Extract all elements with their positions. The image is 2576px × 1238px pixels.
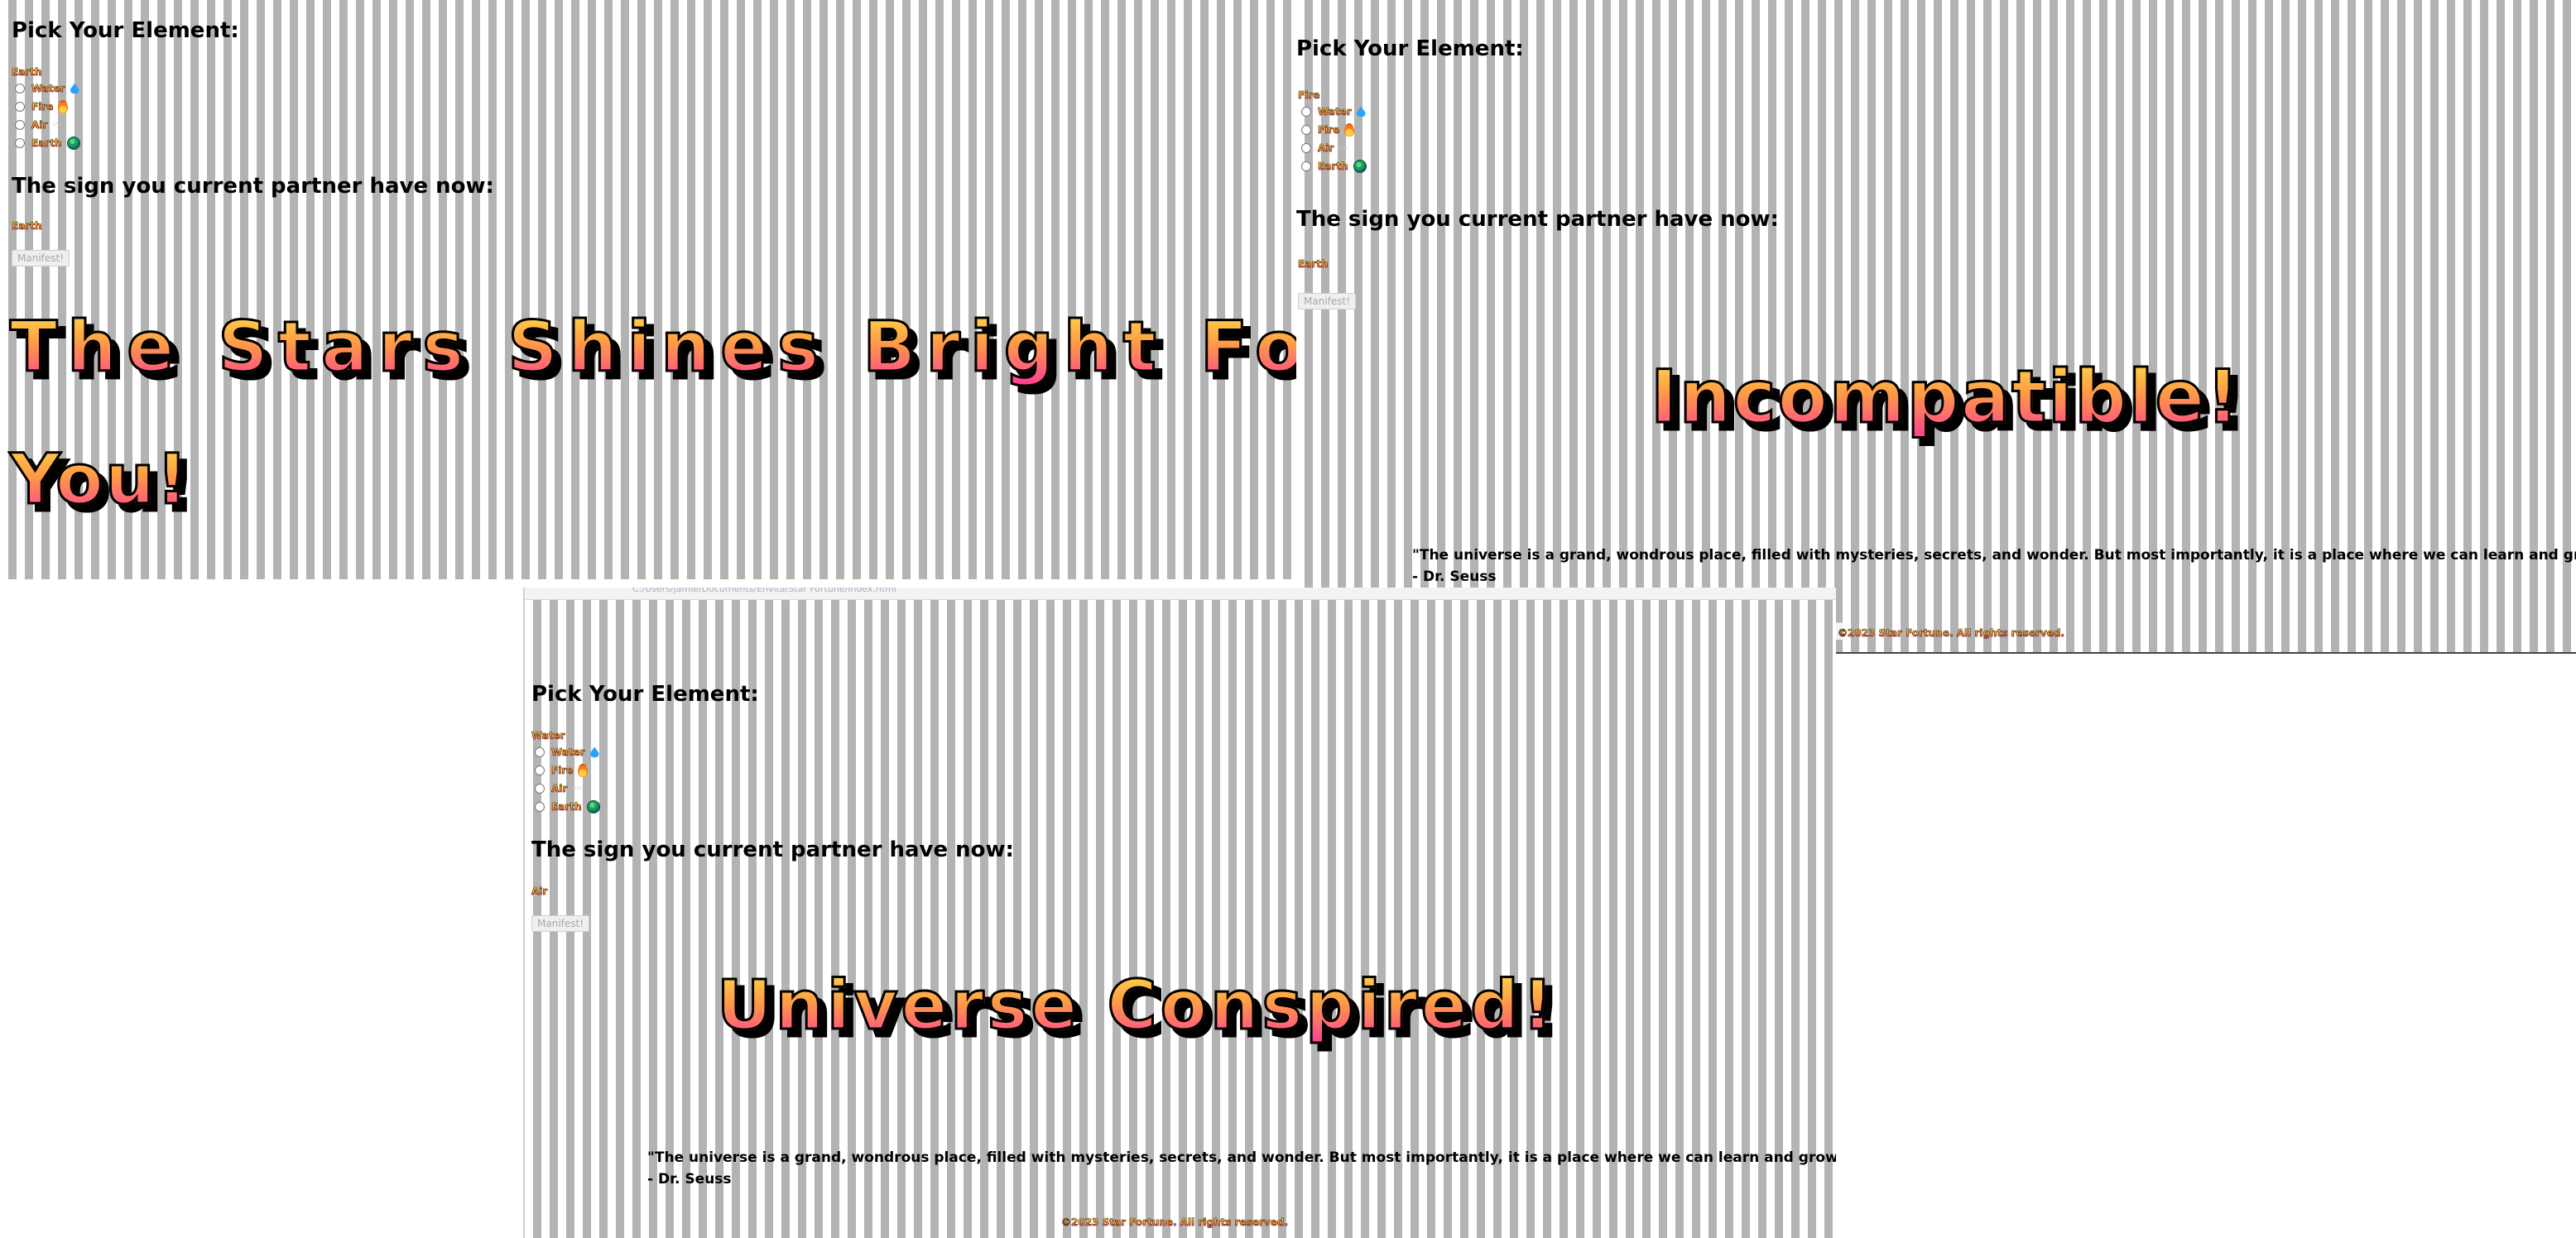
footer-copyright: ©2023 Star Fortune. All rights reserved. — [1838, 627, 2065, 640]
element-option-fire[interactable]: Fire — [1301, 121, 1367, 139]
water-radio[interactable] — [15, 84, 25, 94]
fire-label: Fire — [31, 101, 54, 113]
result-message: Universe Conspired! — [715, 966, 1557, 1047]
result-message: Incompatible! — [1649, 353, 2242, 441]
air-label: Air — [1318, 142, 1334, 155]
result-message-line1: The Stars Shines Bright For — [8, 305, 1296, 389]
screenshot-panel-earth-earth: Pick Your Element: Earth Water Fire Air … — [0, 0, 1296, 579]
partner-sign-heading: The sign you current partner have now: — [531, 837, 1014, 862]
screenshot-panel-fire-earth: Pick Your Element: Fire Water Fire Air 〰… — [1296, 0, 2576, 654]
earth-radio[interactable] — [1301, 161, 1311, 171]
pick-element-heading: Pick Your Element: — [1296, 36, 1524, 61]
wind-icon: 〰 — [572, 783, 582, 794]
fire-radio[interactable] — [15, 102, 25, 112]
water-drop-icon — [589, 746, 599, 758]
fire-icon — [1344, 123, 1355, 137]
partner-sign-value: Air — [531, 885, 548, 898]
water-radio[interactable] — [1301, 107, 1311, 117]
earth-globe-icon — [1353, 160, 1367, 173]
partner-sign-value: Earth — [12, 220, 42, 233]
element-option-water[interactable]: Water — [1301, 103, 1367, 121]
quote-author: - Dr. Seuss — [647, 1171, 732, 1188]
element-radio-group: Water Fire Air 〰 Earth — [535, 743, 600, 816]
air-label: Air — [551, 783, 568, 795]
quote-author: - Dr. Seuss — [1412, 569, 1497, 585]
element-option-air[interactable]: Air 〰 — [15, 116, 80, 134]
air-radio[interactable] — [535, 784, 545, 794]
element-radio-group: Water Fire Air 〰 Earth — [15, 79, 80, 152]
quote-text: "The universe is a grand, wondrous place… — [1412, 547, 2576, 564]
wind-icon: 〰 — [1338, 142, 1348, 153]
element-option-fire[interactable]: Fire — [15, 98, 80, 116]
pick-element-heading: Pick Your Element: — [12, 18, 239, 43]
partner-sign-heading: The sign you current partner have now: — [1296, 207, 1779, 232]
address-url[interactable]: C:/Users/jamie/Documents/Envita/Star For… — [632, 588, 1836, 596]
element-option-earth[interactable]: Earth — [1301, 157, 1367, 175]
partner-sign-value: Earth — [1298, 258, 1329, 271]
element-option-water[interactable]: Water — [535, 743, 600, 761]
water-label: Water — [31, 83, 65, 95]
wind-icon: 〰 — [52, 119, 62, 130]
manifest-button[interactable]: Manifest! — [531, 915, 590, 932]
pick-element-heading: Pick Your Element: — [531, 682, 759, 707]
earth-label: Earth — [1318, 161, 1348, 173]
earth-label: Earth — [551, 801, 582, 813]
air-radio[interactable] — [1301, 143, 1311, 153]
fire-radio[interactable] — [535, 765, 545, 775]
element-option-earth[interactable]: Earth — [15, 134, 80, 152]
air-label: Air — [31, 119, 48, 132]
quote-text: "The universe is a grand, wondrous place… — [647, 1149, 1836, 1166]
fire-radio[interactable] — [1301, 125, 1311, 135]
element-radio-group: Water Fire Air 〰 Earth — [1301, 103, 1367, 175]
fire-icon — [58, 100, 69, 113]
manifest-button[interactable]: Manifest! — [1298, 293, 1357, 310]
earth-globe-icon — [586, 800, 600, 813]
earth-globe-icon — [66, 137, 80, 150]
element-option-water[interactable]: Water — [15, 79, 80, 98]
footer-copyright: ©2023 Star Fortune. All rights reserved. — [1061, 1216, 1289, 1229]
selected-element-label: Water — [531, 730, 565, 742]
fire-label: Fire — [551, 765, 574, 777]
screenshot-panel-water-air: C:/Users/jamie/Documents/Envita/Star For… — [523, 588, 1836, 1238]
fire-icon — [578, 764, 589, 777]
partner-sign-heading: The sign you current partner have now: — [12, 174, 494, 199]
manifest-button[interactable]: Manifest! — [12, 250, 70, 266]
selected-element-label: Fire — [1298, 89, 1320, 102]
selected-element-label: Earth — [12, 66, 42, 79]
water-drop-icon — [70, 83, 79, 94]
element-option-air[interactable]: Air 〰 — [535, 780, 600, 798]
earth-radio[interactable] — [15, 138, 25, 148]
fire-label: Fire — [1318, 124, 1340, 137]
water-radio[interactable] — [535, 747, 545, 757]
element-option-fire[interactable]: Fire — [535, 761, 600, 780]
water-label: Water — [1318, 106, 1352, 118]
air-radio[interactable] — [15, 120, 25, 130]
water-drop-icon — [1356, 106, 1366, 118]
earth-radio[interactable] — [535, 802, 545, 812]
water-label: Water — [551, 746, 585, 759]
element-option-air[interactable]: Air 〰 — [1301, 139, 1367, 157]
element-option-earth[interactable]: Earth — [535, 798, 600, 816]
browser-address-bar[interactable]: C:/Users/jamie/Documents/Envita/Star For… — [525, 588, 1836, 600]
earth-label: Earth — [31, 137, 62, 150]
result-message-line2: You! — [9, 438, 190, 521]
